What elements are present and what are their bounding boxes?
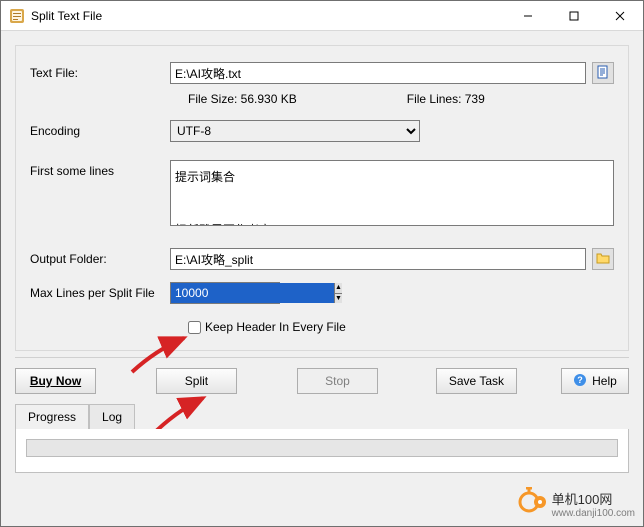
tab-log[interactable]: Log (89, 404, 135, 430)
app-icon (9, 8, 25, 24)
file-size-label: File Size: 56.930 KB (188, 92, 297, 106)
spinner-up-button[interactable]: ▲ (335, 283, 342, 294)
tab-progress[interactable]: Progress (15, 404, 89, 430)
max-lines-label: Max Lines per Split File (30, 282, 170, 300)
window-body: Text File: File Size: 56.930 KB File Lin… (1, 31, 643, 526)
keep-header-checkbox[interactable] (188, 321, 201, 334)
maximize-button[interactable] (551, 1, 597, 31)
watermark-title: 单机100网 (552, 489, 635, 508)
watermark-url: www.danji100.com (552, 508, 635, 519)
text-file-label: Text File: (30, 62, 170, 80)
save-task-button[interactable]: Save Task (436, 368, 517, 394)
separator (15, 357, 629, 358)
options-panel: Text File: File Size: 56.930 KB File Lin… (15, 45, 629, 351)
preview-textarea[interactable]: 提示词集合 担任雅思写作考官 (170, 160, 614, 226)
window-title: Split Text File (31, 9, 505, 23)
output-folder-label: Output Folder: (30, 248, 170, 266)
max-lines-input[interactable] (171, 283, 334, 303)
tabs: Progress Log (15, 404, 629, 430)
output-folder-input[interactable] (170, 248, 586, 270)
close-button[interactable] (597, 1, 643, 31)
stop-button[interactable]: Stop (297, 368, 378, 394)
encoding-label: Encoding (30, 120, 170, 138)
text-file-input[interactable] (170, 62, 586, 84)
max-lines-spinner[interactable]: ▲ ▼ (170, 282, 280, 304)
browse-text-file-button[interactable] (592, 62, 614, 84)
browse-output-folder-button[interactable] (592, 248, 614, 270)
titlebar: Split Text File (1, 1, 643, 31)
document-icon (596, 65, 610, 82)
minimize-button[interactable] (505, 1, 551, 31)
keep-header-label: Keep Header In Every File (205, 320, 346, 334)
spinner-down-button[interactable]: ▼ (335, 294, 342, 304)
encoding-select[interactable]: UTF-8 (170, 120, 420, 142)
file-meta: File Size: 56.930 KB File Lines: 739 (30, 88, 614, 120)
tab-content (15, 429, 629, 473)
folder-icon (596, 251, 610, 268)
file-lines-label: File Lines: 739 (407, 92, 485, 106)
help-icon: ? (573, 373, 587, 390)
app-window: Split Text File Text File: File Size: 56… (0, 0, 644, 527)
watermark-icon (518, 487, 548, 520)
buy-now-button[interactable]: Buy Now (15, 368, 96, 394)
action-row: Buy Now Split Stop Save Task ? Help (15, 368, 629, 400)
first-lines-label: First some lines (30, 160, 170, 178)
progress-bar (26, 439, 618, 457)
split-button[interactable]: Split (156, 368, 237, 394)
help-button[interactable]: ? Help (561, 368, 629, 394)
svg-text:?: ? (577, 375, 583, 385)
watermark: 单机100网 www.danji100.com (518, 487, 635, 520)
